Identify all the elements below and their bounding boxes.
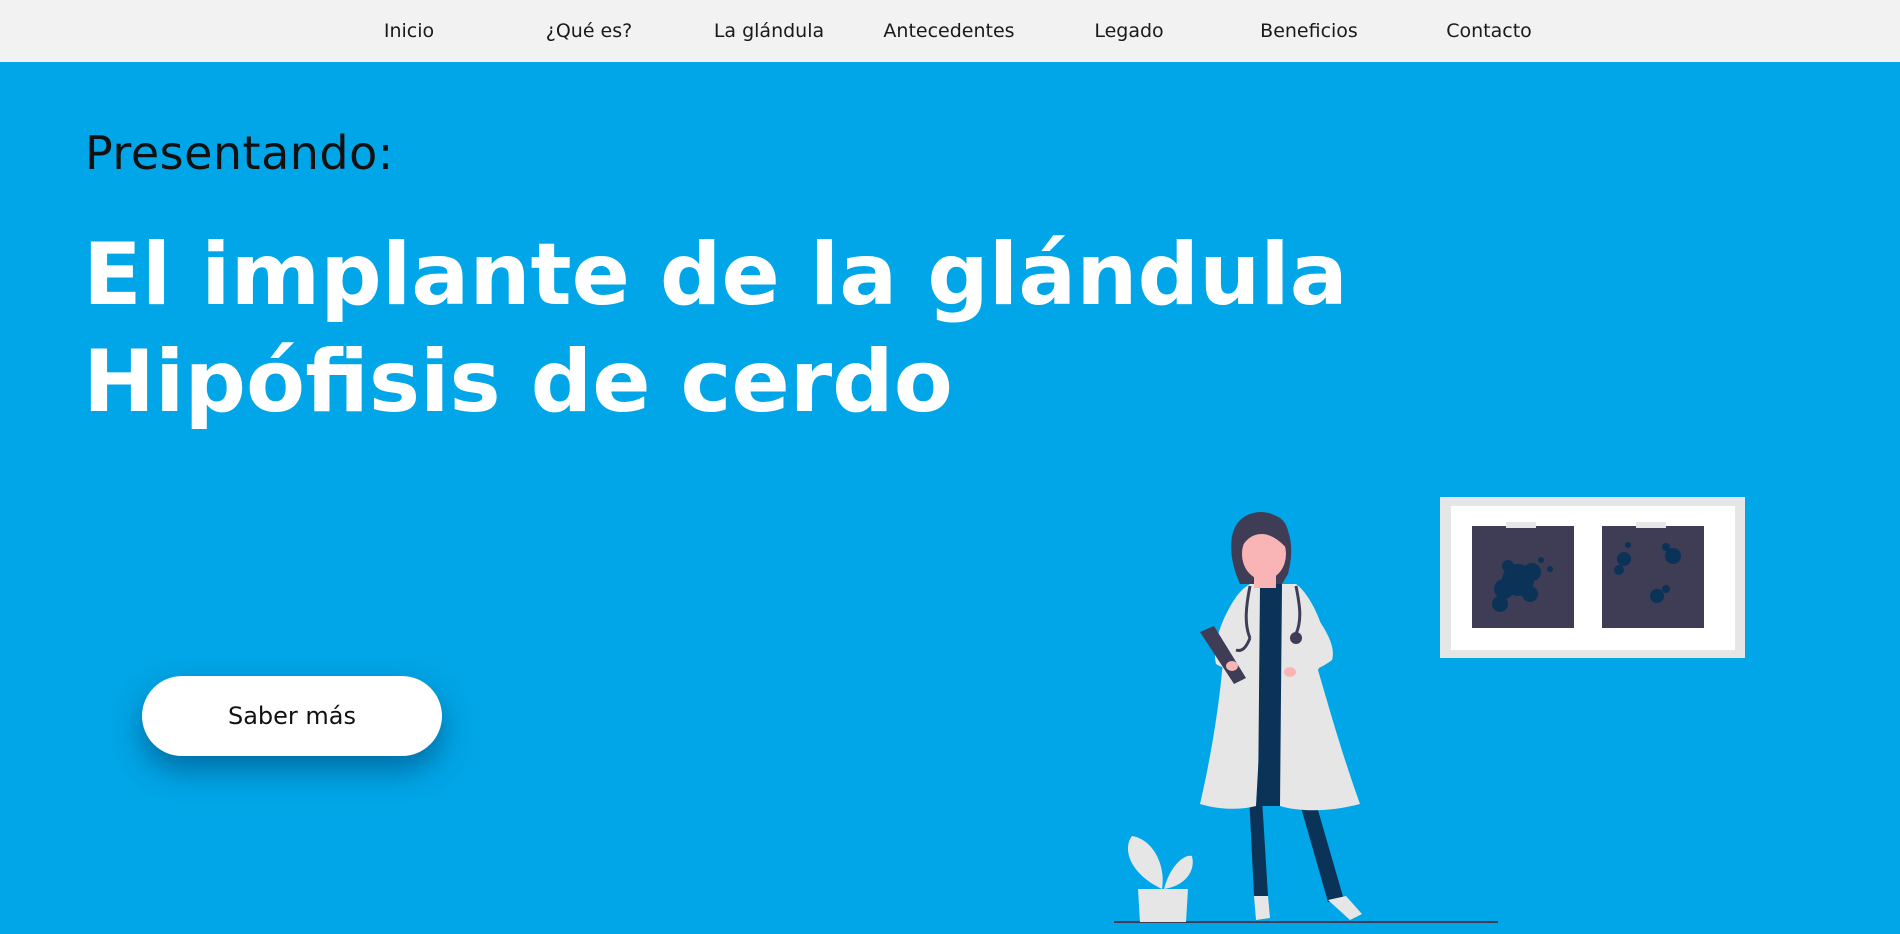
- xray-board-icon: [1440, 497, 1745, 658]
- hero-title-line-2: Hipófisis de cerdo: [83, 332, 953, 432]
- nav-item-inicio[interactable]: Inicio: [319, 0, 499, 62]
- hero-title-line-1: El implante de la glándula: [83, 225, 1348, 325]
- hero-intro: Presentando:: [85, 126, 394, 180]
- nav-item-legado[interactable]: Legado: [1039, 0, 1219, 62]
- nav-item-antecedentes[interactable]: Antecedentes: [859, 0, 1039, 62]
- top-navigation: Inicio ¿Qué es? La glándula Antecedentes…: [0, 0, 1900, 62]
- doctor-figure: [1200, 512, 1362, 920]
- hero-section: Presentando: El implante de la glándula …: [0, 62, 1900, 934]
- nav-item-beneficios[interactable]: Beneficios: [1219, 0, 1399, 62]
- nav-item-la-glandula[interactable]: La glándula: [679, 0, 859, 62]
- nav-item-que-es[interactable]: ¿Qué es?: [499, 0, 679, 62]
- nav-item-contacto[interactable]: Contacto: [1399, 0, 1579, 62]
- doctor-illustration: [1114, 497, 1745, 923]
- saber-mas-button[interactable]: Saber más: [142, 676, 442, 756]
- hero-title: El implante de la glándula Hipófisis de …: [83, 222, 1383, 436]
- plant-icon: [1127, 836, 1193, 922]
